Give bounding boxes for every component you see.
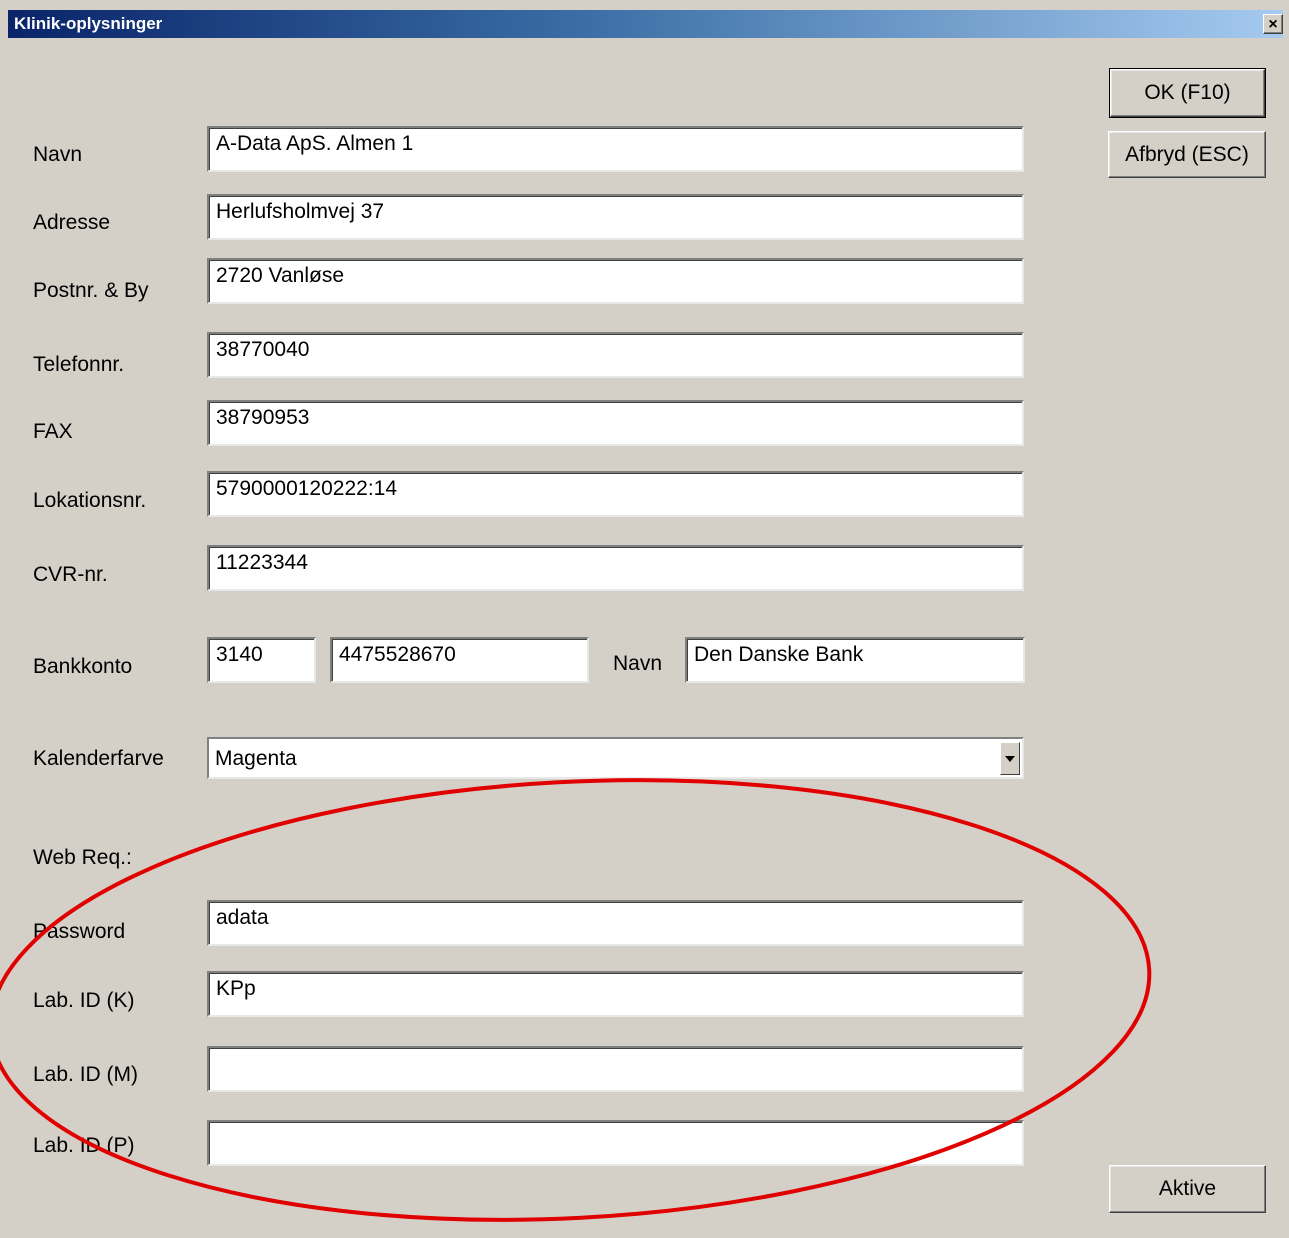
bank-reg-field[interactable]: 3140 [207,637,316,683]
lab-id-k-label: Lab. ID (K) [33,989,135,1012]
active-button[interactable]: Aktive [1109,1165,1266,1213]
cancel-button[interactable]: Afbryd (ESC) [1108,131,1266,178]
dialog-window: Klinik-oplysninger × OK (F10) Afbryd (ES… [0,0,1289,1238]
ok-button[interactable]: OK (F10) [1109,68,1266,118]
password-field[interactable]: adata [207,900,1024,946]
title-bar: Klinik-oplysninger × [8,10,1283,38]
address-field[interactable]: Herlufsholmvej 37 [207,194,1024,240]
postal-city-field[interactable]: 2720 Vanløse [207,258,1024,304]
location-field[interactable]: 5790000120222:14 [207,471,1024,517]
window-title: Klinik-oplysninger [14,14,163,33]
lab-id-k-field[interactable]: KPp [207,971,1024,1017]
phone-field[interactable]: 38770040 [207,332,1024,378]
phone-label: Telefonnr. [33,353,125,376]
lab-id-m-field[interactable] [207,1046,1024,1092]
bank-account-label: Bankkonto [33,655,133,678]
calendar-color-label: Kalenderfarve [33,747,164,770]
address-label: Adresse [33,211,111,234]
bank-name-label: Navn [613,652,663,675]
location-label: Lokationsnr. [33,489,147,512]
cvr-label: CVR-nr. [33,563,108,586]
lab-id-p-label: Lab. ID (P) [33,1134,135,1157]
fax-field[interactable]: 38790953 [207,400,1024,446]
password-label: Password [33,920,126,943]
bank-name-field[interactable]: Den Danske Bank [685,637,1025,683]
calendar-color-value: Magenta [215,747,297,770]
chevron-down-icon[interactable] [1000,742,1020,775]
name-field[interactable]: A-Data ApS. Almen 1 [207,126,1024,172]
web-req-heading: Web Req.: [33,846,132,869]
postal-city-label: Postnr. & By [33,279,149,302]
lab-id-p-field[interactable] [207,1120,1024,1166]
bank-account-field[interactable]: 4475528670 [330,637,589,683]
fax-label: FAX [33,420,73,443]
cvr-field[interactable]: 11223344 [207,545,1024,591]
lab-id-m-label: Lab. ID (M) [33,1063,139,1086]
calendar-color-select[interactable]: Magenta [207,737,1024,779]
close-button[interactable]: × [1263,14,1283,34]
name-label: Navn [33,143,83,166]
